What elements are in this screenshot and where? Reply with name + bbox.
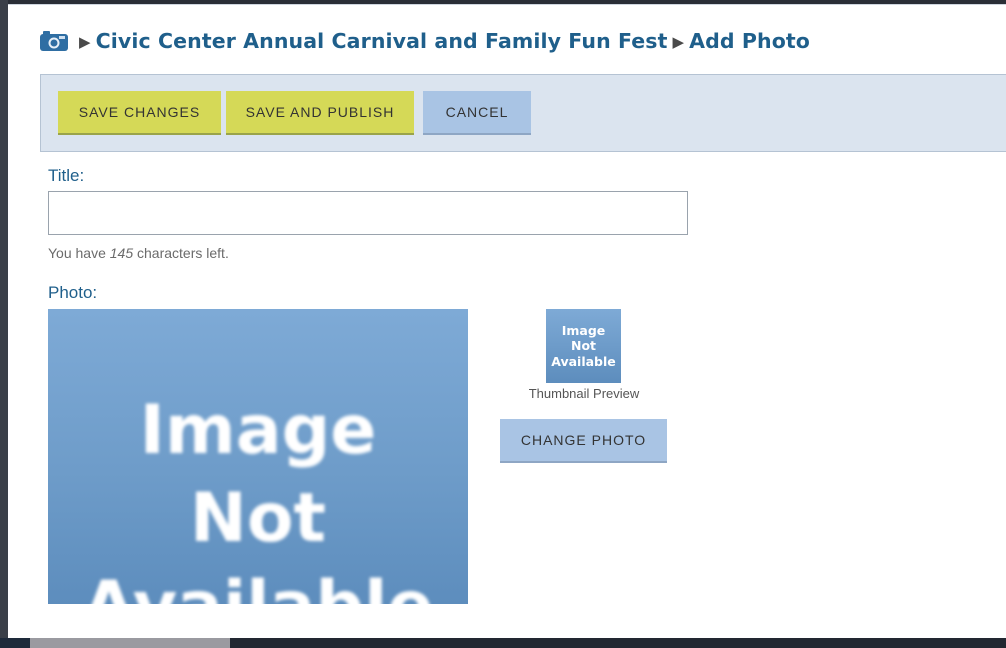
chars-left-prefix: You have (48, 245, 106, 261)
thumbnail-placeholder-line: Available (551, 353, 616, 369)
breadcrumb-event-link[interactable]: Civic Center Annual Carnival and Family … (96, 29, 668, 53)
title-input[interactable] (48, 191, 688, 235)
change-photo-button[interactable]: CHANGE PHOTO (500, 419, 667, 463)
breadcrumb: ▶ Civic Center Annual Carnival and Famil… (40, 27, 810, 55)
title-label: Title: (48, 166, 85, 185)
characters-left-text: You have 145 characters left. (48, 245, 229, 261)
page-title: Add Photo (689, 29, 810, 53)
thumbnail-placeholder-line: Not (570, 338, 597, 354)
thumbnail-placeholder-line: Image (561, 322, 606, 338)
save-and-publish-button[interactable]: SAVE AND PUBLISH (226, 91, 414, 135)
backdrop (0, 0, 8, 648)
thumbnail-caption: Thumbnail Preview (528, 386, 640, 401)
photo-placeholder-line: Available (48, 563, 468, 604)
cancel-button[interactable]: CANCEL (423, 91, 531, 135)
photo-label: Photo: (48, 283, 98, 302)
chars-left-suffix: characters left. (137, 245, 229, 261)
chars-left-count: 145 (109, 245, 134, 261)
save-changes-button[interactable]: SAVE CHANGES (58, 91, 221, 135)
action-toolbar: SAVE CHANGES SAVE AND PUBLISH CANCEL (40, 74, 1006, 152)
add-photo-dialog: ▶ Civic Center Annual Carnival and Famil… (8, 4, 1006, 638)
photo-placeholder-line: Not (189, 479, 327, 558)
photo-placeholder-line: Image (139, 391, 377, 470)
thumbnail-preview: Image Not Available (546, 309, 621, 383)
photo-preview: Image Not Available (48, 309, 468, 604)
camera-icon (40, 31, 68, 51)
breadcrumb-separator: ▶ (672, 33, 685, 51)
breadcrumb-separator: ▶ (79, 33, 91, 51)
backdrop-footer (0, 638, 1006, 648)
